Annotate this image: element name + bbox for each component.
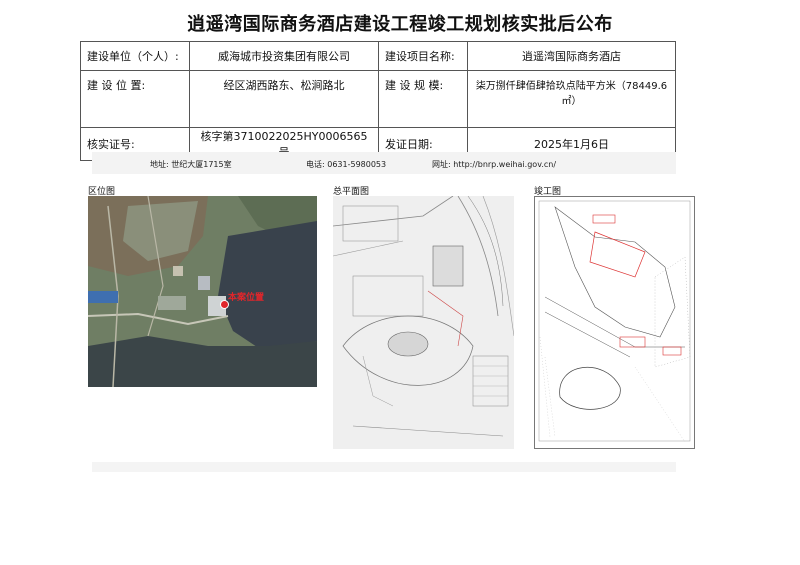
footer-band	[92, 462, 676, 472]
completion-svg	[538, 200, 691, 443]
site-plan-drawing	[333, 196, 514, 449]
contact-address: 地址: 世纪大厦1715室	[150, 160, 232, 169]
aerial-image	[88, 196, 317, 387]
info-row: 建 设 位 置: 经区湖西路东、松涧路北 建 设 规 模: 柒万捌仟肆佰肆拾玖点…	[80, 70, 676, 128]
project-marker-label: 本案位置	[228, 293, 265, 303]
contact-website: 网址: http://bnrp.weihai.gov.cn/	[432, 160, 557, 169]
page-title: 逍遥湾国际商务酒店建设工程竣工规划核实批后公布	[187, 14, 613, 35]
info-row: 建设单位（个人）: 威海城市投资集团有限公司 建设项目名称: 逍遥湾国际商务酒店	[80, 41, 676, 71]
unit-label: 建设单位（个人）:	[80, 41, 190, 71]
contact-phone: 电话: 0631-5980053	[306, 160, 387, 169]
project-label: 建设项目名称:	[378, 41, 468, 71]
scale-label: 建 设 规 模:	[378, 70, 468, 128]
location-map: 本案位置	[88, 196, 317, 387]
scale-value: 柒万捌仟肆佰肆拾玖点陆平方米（78449.6㎡）	[467, 70, 676, 128]
site-plan-svg	[333, 196, 514, 449]
contact-bar: 地址: 世纪大厦1715室 电话: 0631-5980053 网址: http:…	[92, 152, 676, 174]
completion-drawing	[534, 196, 695, 449]
location-label: 建 设 位 置:	[80, 70, 190, 128]
project-value: 逍遥湾国际商务酒店	[467, 41, 676, 71]
project-info-table: 建设单位（个人）: 威海城市投资集团有限公司 建设项目名称: 逍遥湾国际商务酒店…	[80, 41, 676, 161]
location-value: 经区湖西路东、松涧路北	[189, 70, 379, 128]
unit-value: 威海城市投资集团有限公司	[189, 41, 379, 71]
